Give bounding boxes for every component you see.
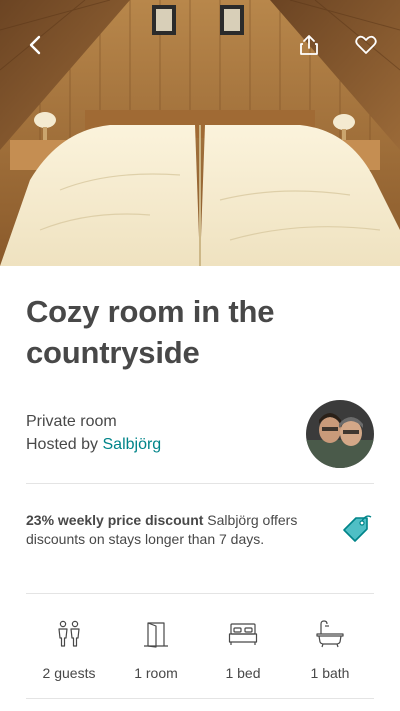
host-name-link[interactable]: Salbjörg (103, 436, 162, 453)
room-type: Private room (26, 413, 117, 430)
bed-icon (228, 623, 258, 645)
guests-label: 2 guests (42, 665, 96, 681)
share-button[interactable] (294, 30, 324, 60)
rooms-summary: 1 room (116, 620, 196, 681)
listing-title: Cozy room in the countryside (26, 294, 275, 370)
door-icon (144, 622, 168, 648)
share-icon (300, 35, 318, 55)
guests-summary: 2 guests (29, 620, 109, 681)
host-photo (306, 400, 374, 468)
baths-summary: 1 bath (290, 620, 370, 681)
guests-icon (58, 620, 80, 647)
back-button[interactable] (20, 30, 50, 60)
host-avatar[interactable] (306, 400, 374, 468)
baths-label: 1 bath (310, 665, 350, 681)
chevron-left-icon (29, 35, 41, 55)
discount-headline: 23% weekly price discount (26, 512, 204, 528)
bedroom-photo (0, 0, 400, 266)
listing-photo[interactable] (0, 0, 400, 266)
beds-label: 1 bed (225, 665, 261, 681)
listing-details: Cozy room in the countryside Private roo… (26, 266, 374, 699)
hosted-by-label: Hosted by (26, 436, 99, 453)
divider (26, 698, 374, 699)
weekly-discount-section: 23% weekly price discount Salbjörg offer… (26, 484, 374, 593)
room-summary: 2 guests 1 room 1 bed 1 bath (26, 594, 374, 698)
save-to-wishlist-button[interactable] (351, 30, 381, 60)
price-tag-icon (343, 515, 372, 542)
beds-summary: 1 bed (203, 620, 283, 681)
discount-text: 23% weekly price discount Salbjörg offer… (26, 511, 326, 549)
hosted-by: Hosted by Salbjörg (26, 436, 161, 454)
bath-icon (316, 620, 344, 648)
host-section: Private room Hosted by Salbjörg (26, 373, 374, 483)
heart-icon (355, 35, 377, 54)
rooms-label: 1 room (134, 665, 178, 681)
